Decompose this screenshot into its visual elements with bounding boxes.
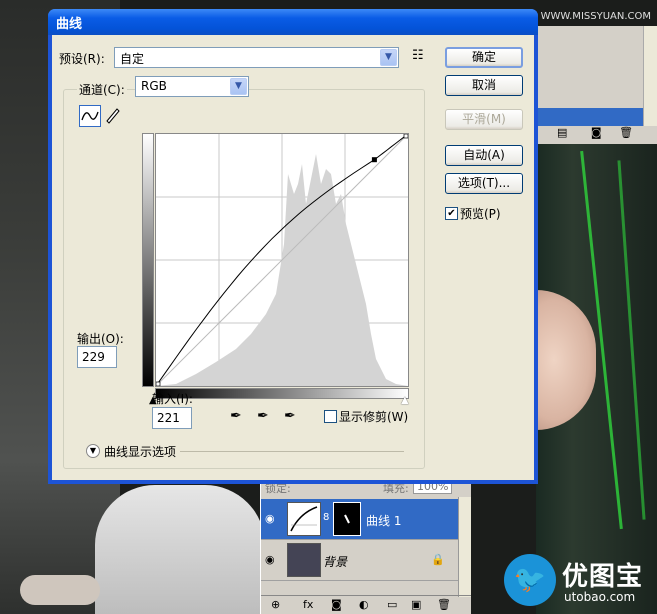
input-value: 221 <box>157 411 180 425</box>
channel-select[interactable]: RGB ▼ <box>135 76 249 97</box>
gray-eyedropper-icon[interactable]: ✒ <box>257 408 269 424</box>
background-photo-shirt <box>95 485 265 614</box>
output-value: 229 <box>82 350 105 364</box>
logo-text-en: utobao.com <box>564 590 636 604</box>
mask-icon[interactable]: ◙ <box>331 598 342 611</box>
endpoint-bottom <box>155 381 161 387</box>
visibility-eye-icon[interactable]: ◉ <box>265 512 275 525</box>
layers-footer: ⊕ fx ◙ ◐ ▭ ▣ 🗑 <box>261 595 471 614</box>
divider <box>180 451 404 452</box>
link-layers-icon[interactable]: ⊕ <box>271 598 280 611</box>
folder-icon[interactable]: ▭ <box>387 598 397 611</box>
chevron-down-icon[interactable]: ▼ <box>380 49 397 66</box>
auto-button[interactable]: 自动(A) <box>445 145 523 166</box>
channel-value: RGB <box>141 79 167 93</box>
page-icon[interactable]: ▤ <box>557 126 567 139</box>
scrollbar[interactable] <box>458 497 471 597</box>
visibility-eye-icon[interactable]: ◉ <box>265 553 275 566</box>
link-icon: 8 <box>323 512 330 523</box>
input-label: 输入(I): <box>152 392 193 406</box>
chevron-down-icon[interactable]: ▼ <box>230 78 247 95</box>
panel-icons: ▤ ◙ 🗑 <box>557 126 633 142</box>
channel-label: 通道(C): <box>77 81 127 98</box>
smooth-button[interactable]: 平滑(M) <box>445 109 523 130</box>
cancel-button[interactable]: 取消 <box>445 75 523 96</box>
layer-row-curves[interactable]: ◉ 8 曲线 1 <box>261 499 459 540</box>
options-button[interactable]: 选项(T)... <box>445 173 523 194</box>
dialog-title: 曲线 <box>56 17 83 32</box>
output-gradient-bar <box>142 133 154 387</box>
preset-value: 自定 <box>120 52 145 66</box>
lock-icon: 🔒 <box>431 553 445 566</box>
show-clipping-checkbox[interactable] <box>324 410 337 423</box>
layer-name: 背景 <box>323 555 348 569</box>
layer-mask-thumbnail <box>333 502 361 536</box>
preset-options-icon[interactable]: ☷ <box>412 48 424 63</box>
trash-icon[interactable]: 🗑 <box>437 598 451 611</box>
pencil-icon[interactable] <box>103 105 123 125</box>
scrollbar[interactable] <box>643 26 657 126</box>
preset-select[interactable]: 自定 ▼ <box>114 47 399 68</box>
dialog-titlebar[interactable]: 曲线 <box>48 9 538 35</box>
adjustment-icon[interactable]: ◐ <box>359 598 369 611</box>
trash-icon[interactable]: 🗑 <box>619 126 633 139</box>
curve-point-tool-icon[interactable] <box>79 105 101 127</box>
curve-display-options-label[interactable]: 曲线显示选项 <box>104 443 176 460</box>
panel-strip: ▤ ◙ 🗑 <box>536 26 657 144</box>
fx-icon[interactable]: fx <box>303 598 313 611</box>
layer-thumbnail <box>287 543 321 577</box>
white-eyedropper-icon[interactable]: ✒ <box>284 408 296 424</box>
logo-text-cn: 优图宝 <box>562 562 644 592</box>
layers-panel: 锁定: 填充: 100% ◉ 8 曲线 1 ◉ 背景 🔒 ⊕ fx ◙ ◐ ▭ … <box>260 477 471 614</box>
ok-button[interactable]: 确定 <box>445 47 523 68</box>
new-layer-icon[interactable]: ▣ <box>411 598 421 611</box>
white-slider-icon[interactable]: ▲ <box>401 395 409 406</box>
curve-graph[interactable] <box>155 133 409 387</box>
endpoint-top <box>403 133 409 139</box>
selected-row[interactable] <box>537 108 647 126</box>
black-eyedropper-icon[interactable]: ✒ <box>230 408 242 424</box>
input-gradient-bar <box>155 388 409 399</box>
curves-dialog: 曲线 预设(R): 自定 ▼ ☷ 确定 取消 平滑(M) 自动(A) 选项(T)… <box>48 9 538 484</box>
site-logo: 🐦 优图宝 utobao.com <box>504 552 654 612</box>
output-field[interactable]: 229 <box>77 346 117 368</box>
layer-row-background[interactable]: ◉ 背景 🔒 <box>261 540 459 581</box>
preview-label: 预览(P) <box>460 207 501 221</box>
expand-chevron-icon[interactable]: ▼ <box>86 444 100 458</box>
curves-adjustment-icon <box>287 502 321 536</box>
preview-checkbox[interactable]: ✔ <box>445 207 458 220</box>
layer-name: 曲线 1 <box>366 514 402 528</box>
control-point <box>371 157 377 163</box>
bird-icon: 🐦 <box>504 554 556 606</box>
dialog-body: 预设(R): 自定 ▼ ☷ 确定 取消 平滑(M) 自动(A) 选项(T)...… <box>52 35 534 480</box>
background-photo-hand <box>20 575 100 605</box>
output-label: 输出(O): <box>77 332 124 346</box>
show-clipping-label: 显示修剪(W) <box>339 410 409 424</box>
preset-label: 预设(R): <box>59 52 105 66</box>
new-icon[interactable]: ◙ <box>591 126 602 139</box>
input-field[interactable]: 221 <box>152 407 192 429</box>
